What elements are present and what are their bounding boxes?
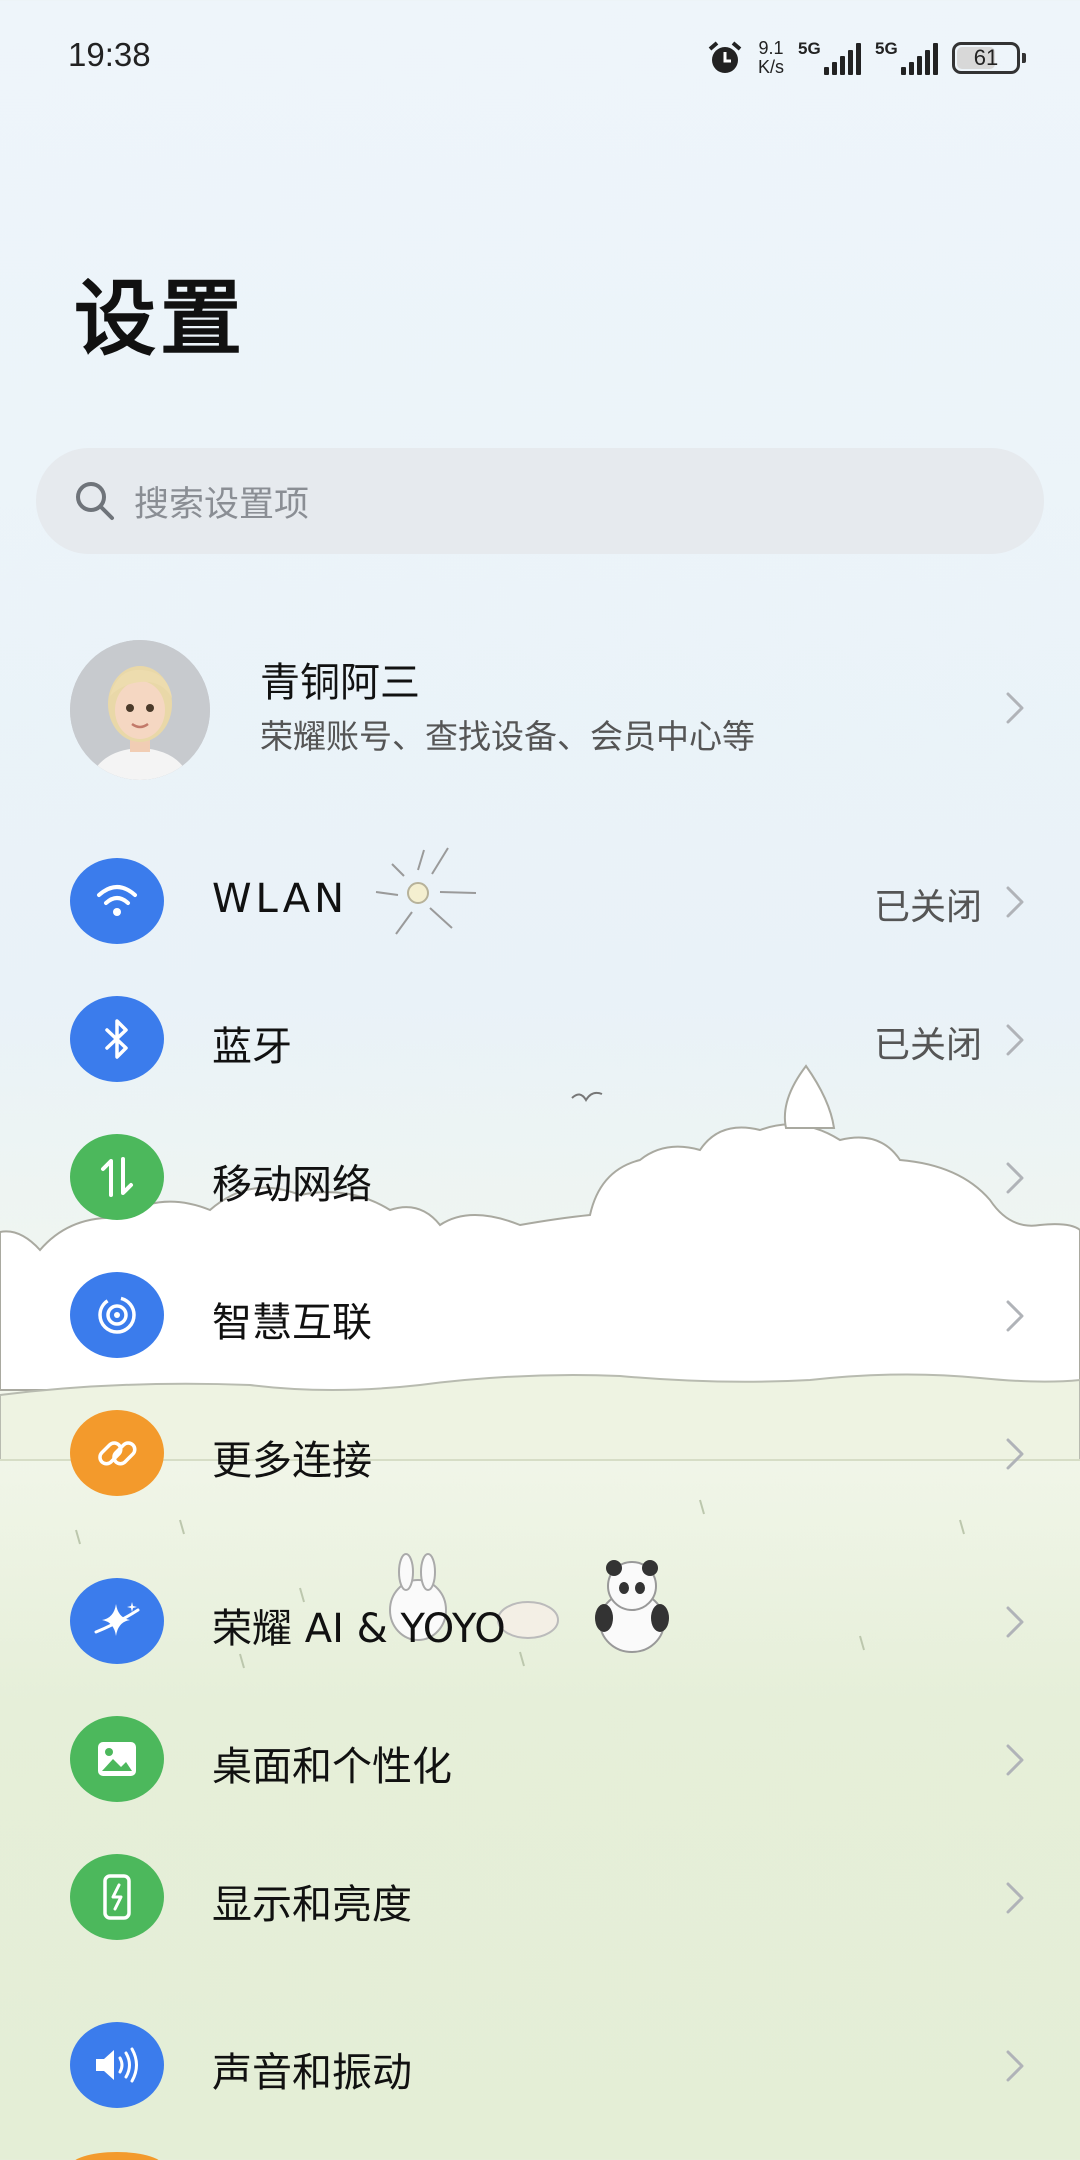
settings-item-value: 已关闭	[873, 1025, 982, 1066]
settings-item-value: 已关闭	[873, 887, 982, 928]
chevron-right-icon	[1006, 1744, 1024, 1776]
network-speed-value: 9.1	[758, 38, 784, 58]
settings-item-label: 声音和振动	[212, 2050, 412, 2096]
chevron-right-icon	[1006, 1438, 1024, 1470]
settings-item-label: 更多连接	[212, 1438, 372, 1484]
chevron-right-icon	[1006, 2050, 1024, 2082]
display-icon	[70, 1854, 164, 1940]
speaker-icon	[70, 2022, 164, 2108]
bluetooth-icon	[70, 996, 164, 1082]
settings-item-wlan[interactable]: WLAN 已关闭	[70, 850, 1030, 950]
sparkle-icon	[70, 1578, 164, 1664]
chevron-right-icon	[1006, 886, 1024, 918]
settings-item-label: 蓝牙	[212, 1024, 292, 1070]
avatar	[70, 640, 210, 780]
account-subtitle: 荣耀账号、查找设备、会员中心等	[260, 717, 755, 756]
account-entry[interactable]: 青铜阿三 荣耀账号、查找设备、会员中心等	[70, 640, 1030, 780]
chevron-right-icon	[1006, 1882, 1024, 1914]
settings-item-honor-ai[interactable]: 荣耀 AI & YOYO	[70, 1570, 1030, 1670]
settings-item-label: 荣耀 AI & YOYO	[212, 1606, 506, 1652]
chevron-right-icon	[1006, 1024, 1024, 1056]
settings-item-bluetooth[interactable]: 蓝牙 已关闭	[70, 988, 1030, 1088]
search-bar[interactable]: 搜索设置项	[36, 448, 1044, 554]
sim1-network-label: 5G	[798, 39, 821, 58]
search-placeholder: 搜索设置项	[134, 484, 310, 525]
settings-item-display-brightness[interactable]: 显示和亮度	[70, 1846, 1030, 1946]
chevron-right-icon	[1006, 1606, 1024, 1638]
status-bar: 19:38 9.1 K/s 5G 5G 61	[0, 0, 1080, 110]
page-title: 设置	[74, 272, 247, 367]
settings-item-mobile-network[interactable]: 移动网络	[70, 1126, 1030, 1226]
settings-item-label: 移动网络	[212, 1162, 372, 1208]
wifi-icon	[70, 858, 164, 944]
settings-item-label: 显示和亮度	[212, 1882, 412, 1928]
network-speed: 9.1 K/s	[758, 39, 784, 77]
settings-item-label: WLAN	[212, 876, 349, 922]
bird-doodle	[571, 1091, 603, 1102]
settings-item-more-connections[interactable]: 更多连接	[70, 1402, 1030, 1502]
smart-connect-icon	[70, 1272, 164, 1358]
alarm-icon	[708, 41, 742, 73]
wallpaper-icon	[70, 1716, 164, 1802]
settings-item-home-personalization[interactable]: 桌面和个性化	[70, 1708, 1030, 1808]
chevron-right-icon	[1006, 692, 1024, 724]
battery-level: 61	[973, 45, 999, 70]
account-name: 青铜阿三	[260, 660, 420, 706]
network-speed-unit: K/s	[757, 57, 784, 77]
signal-sim2-icon: 5G	[875, 39, 938, 75]
settings-item-sound-vibration[interactable]: 声音和振动	[70, 2014, 1030, 2114]
settings-item-label: 桌面和个性化	[212, 1744, 452, 1790]
battery-icon: 61	[952, 42, 1026, 74]
mobile-data-icon	[70, 1134, 164, 1220]
status-icons: 9.1 K/s 5G 5G 61	[706, 36, 1026, 80]
chevron-right-icon	[1006, 1300, 1024, 1332]
settings-item-label: 智慧互联	[212, 1300, 372, 1346]
chevron-right-icon	[1006, 1162, 1024, 1194]
search-icon	[76, 482, 114, 520]
sim2-network-label: 5G	[875, 39, 898, 58]
signal-sim1-icon: 5G	[798, 39, 861, 75]
settings-item-smart-connect[interactable]: 智慧互联	[70, 1264, 1030, 1364]
status-time: 19:38	[68, 36, 151, 73]
link-icon	[70, 1410, 164, 1496]
